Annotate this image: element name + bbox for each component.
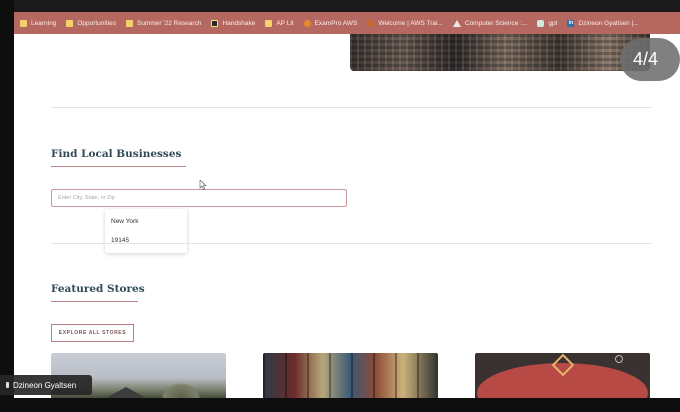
suggestion-new-york[interactable]: New York bbox=[111, 218, 138, 225]
slideshow-image bbox=[350, 34, 650, 71]
bookmark-gpt[interactable]: gpt bbox=[537, 19, 557, 27]
location-suggestions-dropdown: New York 19145 bbox=[105, 209, 187, 253]
bookmark-aws-training[interactable]: Welcome | AWS Trai... bbox=[367, 19, 443, 27]
bookmark-learning[interactable]: Learning bbox=[20, 19, 56, 27]
store-card-image[interactable] bbox=[263, 353, 438, 398]
folder-icon bbox=[125, 19, 133, 27]
folder-icon bbox=[265, 19, 273, 27]
browser-top-strip bbox=[14, 0, 680, 12]
gpt-icon bbox=[537, 19, 545, 27]
microphone-icon bbox=[6, 382, 9, 388]
linkedin-icon: in bbox=[567, 19, 575, 27]
section-divider bbox=[51, 107, 651, 108]
hanging-ring bbox=[615, 355, 623, 363]
bookmark-computer-science[interactable]: Computer Science :... bbox=[452, 19, 527, 27]
featured-stores-title: Featured Stores bbox=[51, 283, 145, 295]
computer-science-icon bbox=[452, 19, 461, 27]
mouse-cursor-icon bbox=[199, 180, 207, 190]
bookmark-opportunities[interactable]: Opportunities bbox=[66, 19, 116, 27]
exampro-icon bbox=[303, 19, 311, 27]
handshake-icon bbox=[211, 19, 219, 27]
bookmark-linkedin[interactable]: in Dzineon Gyaltsen |... bbox=[567, 19, 639, 27]
building-roof bbox=[106, 387, 146, 398]
bookmark-ap-lit[interactable]: AP Lit bbox=[265, 19, 294, 27]
find-title-underline bbox=[51, 166, 186, 167]
explore-all-stores-button[interactable]: EXPLORE ALL STORES bbox=[51, 324, 134, 342]
bookmark-exampro-aws[interactable]: ExamPro AWS bbox=[303, 19, 357, 27]
tree bbox=[161, 383, 201, 398]
bookmarks-bar: Learning Opportunities Summer '22 Resear… bbox=[14, 12, 680, 34]
location-search-input[interactable] bbox=[51, 189, 347, 207]
bookmark-summer-research[interactable]: Summer '22 Research bbox=[125, 19, 201, 27]
featured-title-underline bbox=[51, 301, 138, 302]
folder-icon bbox=[66, 19, 74, 27]
browser-viewport: Learning Opportunities Summer '22 Resear… bbox=[14, 0, 680, 398]
folder-icon bbox=[20, 19, 27, 27]
aws-icon bbox=[367, 19, 375, 27]
slideshow-counter: 4/4 bbox=[620, 38, 680, 81]
bookmark-handshake[interactable]: Handshake bbox=[211, 19, 255, 27]
shelves bbox=[263, 353, 438, 398]
participant-name-tag: Dzineon Gyaltsen bbox=[0, 375, 92, 395]
store-card-image[interactable] bbox=[475, 353, 650, 398]
find-businesses-title: Find Local Businesses bbox=[51, 148, 182, 160]
section-divider bbox=[51, 243, 651, 244]
